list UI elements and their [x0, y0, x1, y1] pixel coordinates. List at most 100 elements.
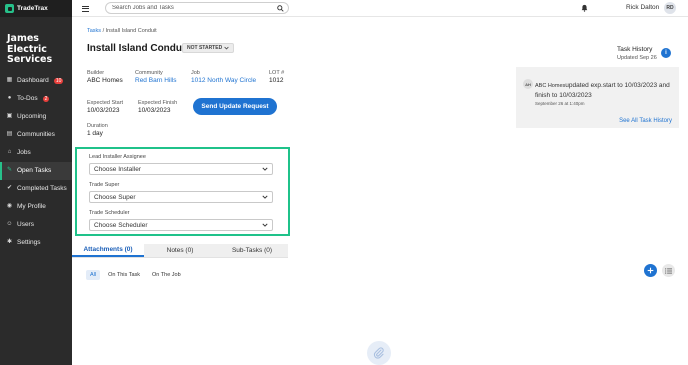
community-label: Community: [135, 70, 163, 76]
add-attachment-button[interactable]: [644, 264, 657, 277]
lot-label: LOT #: [269, 70, 285, 76]
status-label: NOT STARTED: [187, 45, 223, 51]
sidebar-item-label: Communities: [17, 131, 55, 138]
sidebar-item-users[interactable]: ☺ Users: [0, 216, 72, 234]
users-icon: ☺: [6, 221, 13, 227]
plus-icon: [647, 267, 654, 274]
sidebar-item-open-tasks[interactable]: ✎ Open Tasks: [0, 161, 72, 180]
chevron-down-icon: [262, 167, 268, 171]
breadcrumb-current: Install Island Conduit: [105, 28, 157, 34]
sidebar-item-label: Upcoming: [17, 113, 47, 120]
sidebar-nav: ▦ Dashboard 10 ● To-Dos 2 ▣ Upcoming ▤ C…: [0, 72, 72, 252]
filter-all[interactable]: All: [86, 270, 101, 280]
attachment-filters: All On This Task On The Job: [86, 270, 185, 280]
sidebar-item-label: Settings: [17, 239, 41, 246]
tab-attachments[interactable]: Attachments (0): [72, 244, 144, 257]
sidebar-item-label: Dashboard: [17, 77, 49, 84]
hamburger-menu-icon[interactable]: [82, 4, 89, 12]
expected-finish-label: Expected Finish: [138, 100, 178, 106]
sidebar-item-communities[interactable]: ▤ Communities: [0, 126, 72, 144]
chevron-down-icon: [224, 46, 229, 50]
search-input[interactable]: [106, 3, 266, 13]
lead-installer-label: Lead Installer Assignee: [89, 154, 146, 160]
avatar[interactable]: RD: [664, 2, 676, 14]
calendar-icon: ▣: [6, 113, 13, 119]
sidebar-item-upcoming[interactable]: ▣ Upcoming: [0, 108, 72, 126]
dashboard-icon: ▦: [6, 77, 13, 83]
job-link[interactable]: 1012 North Way Circle: [191, 77, 256, 84]
sidebar-item-label: My Profile: [17, 203, 46, 210]
trade-scheduler-value: Choose Scheduler: [94, 221, 148, 229]
bell-icon[interactable]: [581, 4, 588, 12]
duration-value: 1 day: [87, 130, 103, 137]
trade-super-select[interactable]: Choose Super: [89, 191, 273, 203]
sidebar-item-jobs[interactable]: ⌂ Jobs: [0, 144, 72, 162]
brand-name: TradeTrax: [17, 5, 48, 12]
breadcrumb: Tasks / Install Island Conduit: [87, 28, 157, 34]
dashboard-count-badge: 10: [53, 77, 64, 84]
brand-bar: TradeTrax: [0, 0, 72, 17]
sidebar-item-label: Jobs: [17, 149, 31, 156]
history-avatar: AH: [523, 79, 533, 89]
lead-installer-value: Choose Installer: [94, 165, 141, 173]
chevron-down-icon: [262, 195, 268, 199]
profile-icon: ◉: [6, 203, 13, 209]
sidebar-item-dashboard[interactable]: ▦ Dashboard 10: [0, 72, 72, 90]
community-link[interactable]: Red Barn Hills: [135, 77, 177, 84]
sidebar-item-my-profile[interactable]: ◉ My Profile: [0, 198, 72, 216]
filter-on-the-job[interactable]: On The Job: [148, 270, 185, 280]
expected-finish-value: 10/03/2023: [138, 107, 171, 114]
assignees-highlight-box: Lead Installer Assignee Choose Installer…: [75, 147, 290, 236]
empty-attachments-illustration: [367, 341, 391, 365]
expected-start-value: 10/03/2023: [87, 107, 120, 114]
lot-value: 1012: [269, 77, 284, 84]
tab-sub-tasks[interactable]: Sub-Tasks (0): [216, 244, 288, 257]
page-title: Install Island Conduit: [87, 43, 189, 54]
info-icon[interactable]: i: [661, 48, 671, 58]
company-name-line: Services: [7, 54, 53, 65]
breadcrumb-tasks-link[interactable]: Tasks: [87, 28, 101, 34]
user-name[interactable]: Rick Dalton: [626, 4, 659, 11]
builder-label: Builder: [87, 70, 105, 76]
history-entry: ABC Homesupdated exp.start to 10/03/2023…: [535, 81, 670, 100]
task-history-panel: AH ABC Homesupdated exp.start to 10/03/2…: [516, 67, 679, 128]
task-history-updated: Updated Sep 26: [617, 55, 657, 61]
sidebar-item-label: To-Dos: [17, 95, 38, 102]
main-content: Tasks / Install Island Conduit Install I…: [72, 17, 688, 365]
filter-on-this-task[interactable]: On This Task: [104, 270, 144, 280]
list-view-button[interactable]: [662, 264, 675, 277]
trade-scheduler-label: Trade Scheduler: [89, 210, 130, 216]
history-entry-date: September 26 at 1:40pm: [535, 101, 585, 106]
search-box: [105, 2, 289, 14]
trade-scheduler-select[interactable]: Choose Scheduler: [89, 219, 273, 231]
sidebar-item-label: Open Tasks: [17, 167, 52, 174]
trade-super-value: Choose Super: [94, 193, 136, 201]
send-update-request-button[interactable]: Send Update Request: [193, 98, 277, 115]
job-label: Job: [191, 70, 200, 76]
home-icon: ⌂: [7, 149, 12, 155]
sidebar-item-label: Users: [17, 221, 34, 228]
gear-icon: ✱: [6, 239, 13, 245]
task-history-title: Task History: [617, 46, 653, 53]
sidebar-item-completed-tasks[interactable]: ✔ Completed Tasks: [0, 180, 72, 198]
wrench-icon: ✎: [6, 167, 13, 173]
paperclip-icon: [373, 347, 384, 359]
trade-super-label: Trade Super: [89, 182, 120, 188]
lead-installer-select[interactable]: Choose Installer: [89, 163, 273, 175]
tradetrax-logo-icon: [5, 4, 14, 13]
sidebar-item-settings[interactable]: ✱ Settings: [0, 234, 72, 252]
see-all-task-history-link[interactable]: See All Task History: [619, 118, 672, 124]
tab-notes[interactable]: Notes (0): [144, 244, 216, 257]
status-dropdown[interactable]: NOT STARTED: [182, 43, 235, 53]
history-actor: ABC Homes: [535, 83, 566, 89]
sidebar-item-todos[interactable]: ● To-Dos 2: [0, 90, 72, 108]
todo-icon: ●: [7, 95, 12, 101]
company-name-line: James: [7, 33, 39, 44]
todos-count-badge: 2: [42, 95, 50, 102]
communities-icon: ▤: [6, 131, 13, 137]
sidebar-item-label: Completed Tasks: [17, 185, 67, 192]
top-bar: Rick Dalton RD: [72, 0, 688, 17]
expected-start-label: Expected Start: [87, 100, 124, 106]
search-icon[interactable]: [277, 5, 284, 12]
breadcrumb-separator: /: [102, 28, 105, 34]
